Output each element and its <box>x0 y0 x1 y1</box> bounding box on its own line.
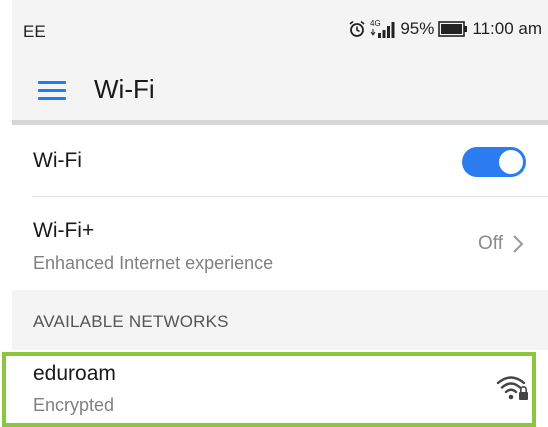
screen: EE 4G 95% 11:00 am Wi-Fi Wi-Fi Wi-Fi+ En… <box>12 0 548 425</box>
wifi-locked-icon <box>496 376 528 400</box>
carrier-label: EE <box>23 22 46 41</box>
toggle-knob <box>499 150 523 174</box>
wifi-plus-row[interactable]: Wi-Fi+ Enhanced Internet experience Off <box>12 197 548 290</box>
battery-percent: 95% <box>400 19 435 38</box>
battery-icon <box>438 21 468 37</box>
available-networks-header: AVAILABLE NETWORKS <box>12 290 548 350</box>
network-type-label: 4G <box>370 19 381 28</box>
app-bar: Wi-Fi <box>12 62 548 120</box>
wifi-label: Wi-Fi <box>33 149 82 172</box>
chevron-right-icon <box>513 235 524 253</box>
wifi-toggle-switch[interactable] <box>462 147 526 177</box>
network-name: eduroam <box>33 362 116 385</box>
clock: 11:00 am <box>472 19 542 38</box>
signal-icon: 4G <box>370 19 396 39</box>
section-label: AVAILABLE NETWORKS <box>33 312 229 331</box>
network-item-eduroam[interactable]: eduroam Encrypted <box>12 350 548 425</box>
wifi-plus-label: Wi-Fi+ <box>33 219 95 242</box>
wifi-plus-value: Off <box>478 233 503 254</box>
alarm-icon <box>348 20 366 38</box>
wifi-plus-description: Enhanced Internet experience <box>33 253 274 273</box>
status-bar: EE 4G 95% 11:00 am <box>12 0 548 62</box>
network-security: Encrypted <box>33 395 115 415</box>
hamburger-menu-icon[interactable] <box>38 78 66 102</box>
status-icons: 4G 95% 11:00 am <box>348 19 542 39</box>
wifi-toggle-row[interactable]: Wi-Fi <box>12 125 548 197</box>
page-title: Wi-Fi <box>94 74 155 104</box>
